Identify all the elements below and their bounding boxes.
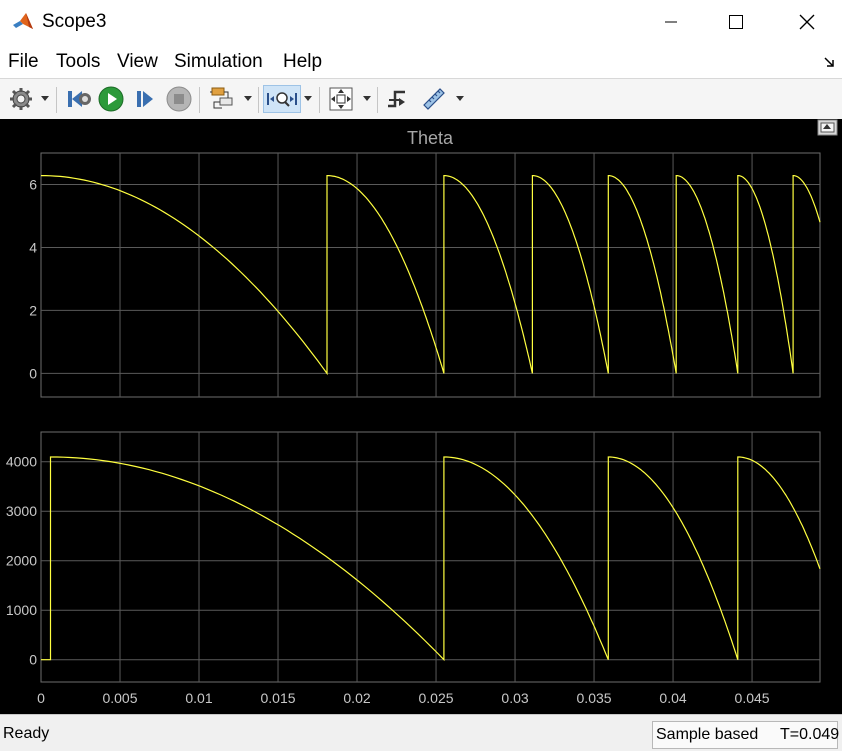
y-tick-label: 1000	[6, 602, 37, 618]
sample-status-box: Sample based T=0.049	[652, 721, 840, 749]
autoscale-button[interactable]	[326, 85, 356, 113]
triggers-button[interactable]	[383, 85, 413, 113]
plot-title: Theta	[407, 128, 454, 148]
configuration-dropdown-icon[interactable]	[41, 96, 49, 101]
scope-display[interactable]: Theta 0 2 4 6 0 1000 2000 3000 4000 0 0.005 0.01 0.…	[0, 119, 842, 714]
stop-icon	[166, 86, 192, 112]
highlight-dropdown-icon[interactable]	[244, 96, 252, 101]
undock-arrow-icon[interactable]	[822, 55, 836, 69]
y-tick-label: 0	[29, 652, 37, 668]
x-tick-label: 0	[37, 690, 45, 706]
zoom-dropdown-icon[interactable]	[304, 96, 312, 101]
close-button[interactable]	[784, 0, 830, 44]
step-forward-button[interactable]	[130, 85, 160, 113]
scope-plots: Theta 0 2 4 6 0 1000 2000 3000 4000 0 0.005 0.01 0.…	[0, 119, 842, 714]
autoscale-dropdown-icon[interactable]	[363, 96, 371, 101]
minimize-button[interactable]	[648, 0, 694, 44]
close-icon	[799, 14, 815, 30]
configuration-properties-button[interactable]	[6, 85, 36, 113]
step-back-icon	[68, 91, 91, 107]
matlab-logo-icon	[13, 13, 33, 29]
step-back-button[interactable]	[64, 85, 94, 113]
x-tick-label: 0.04	[659, 690, 686, 706]
maximize-button[interactable]	[713, 0, 759, 44]
toolbar	[0, 78, 842, 120]
play-icon	[98, 86, 124, 112]
menu-bar: File Tools View Simulation Help	[0, 47, 842, 77]
block-diagram-icon	[210, 87, 233, 109]
y-tick-label: 4	[29, 239, 37, 255]
x-tick-label: 0.015	[260, 690, 295, 706]
x-tick-label: 0.005	[102, 690, 137, 706]
count-axes[interactable]: 0 1000 2000 3000 4000 0 0.005 0.01 0.015 0.02 0.02…	[6, 431, 821, 706]
autoscale-icon	[329, 87, 353, 111]
theta-axes[interactable]: 0 2 4 6	[29, 152, 821, 398]
x-tick-label: 0.01	[185, 690, 212, 706]
simulation-time: T=0.049	[780, 726, 840, 743]
x-tick-label: 0.025	[419, 690, 454, 706]
menu-file[interactable]: File	[8, 51, 39, 73]
title-bar[interactable]: Scope3	[0, 0, 842, 44]
y-tick-label: 0	[29, 365, 37, 381]
y-tick-label: 6	[29, 176, 37, 192]
measurements-dropdown-icon[interactable]	[456, 96, 464, 101]
run-button[interactable]	[96, 85, 126, 113]
menu-view[interactable]: View	[117, 51, 158, 73]
toolbar-separator	[199, 87, 200, 113]
restore-axes-icon[interactable]	[817, 119, 838, 136]
toolbar-separator	[258, 87, 259, 113]
window-title: Scope3	[42, 11, 107, 32]
y-tick-label: 4000	[6, 454, 37, 470]
ruler-icon	[423, 88, 445, 110]
highlight-block-button[interactable]	[206, 85, 238, 113]
trigger-icon	[388, 90, 405, 108]
menu-tools[interactable]: Tools	[56, 51, 100, 73]
maximize-icon	[729, 15, 743, 29]
status-ready: Ready	[3, 725, 50, 742]
x-tick-label: 0.03	[501, 690, 528, 706]
gear-icon	[10, 88, 32, 110]
menu-simulation[interactable]: Simulation	[174, 51, 263, 73]
menu-help[interactable]: Help	[283, 51, 322, 73]
stop-button[interactable]	[164, 85, 194, 113]
zoom-axes-icon	[267, 92, 297, 107]
minimize-icon	[665, 21, 677, 23]
measurements-button[interactable]	[419, 85, 449, 113]
toolbar-separator	[56, 87, 57, 113]
y-tick-label: 2	[29, 302, 37, 318]
x-tick-label: 0.02	[343, 690, 370, 706]
step-forward-icon	[137, 91, 153, 107]
zoom-button[interactable]	[263, 85, 301, 113]
x-tick-label: 0.035	[577, 690, 612, 706]
y-tick-label: 2000	[6, 553, 37, 569]
sample-mode-label: Sample based	[656, 726, 759, 743]
x-tick-label: 0.045	[735, 690, 770, 706]
y-tick-label: 3000	[6, 503, 37, 519]
toolbar-separator	[377, 87, 378, 113]
status-bar: Ready Sample based T=0.049	[0, 714, 842, 751]
toolbar-separator	[319, 87, 320, 113]
